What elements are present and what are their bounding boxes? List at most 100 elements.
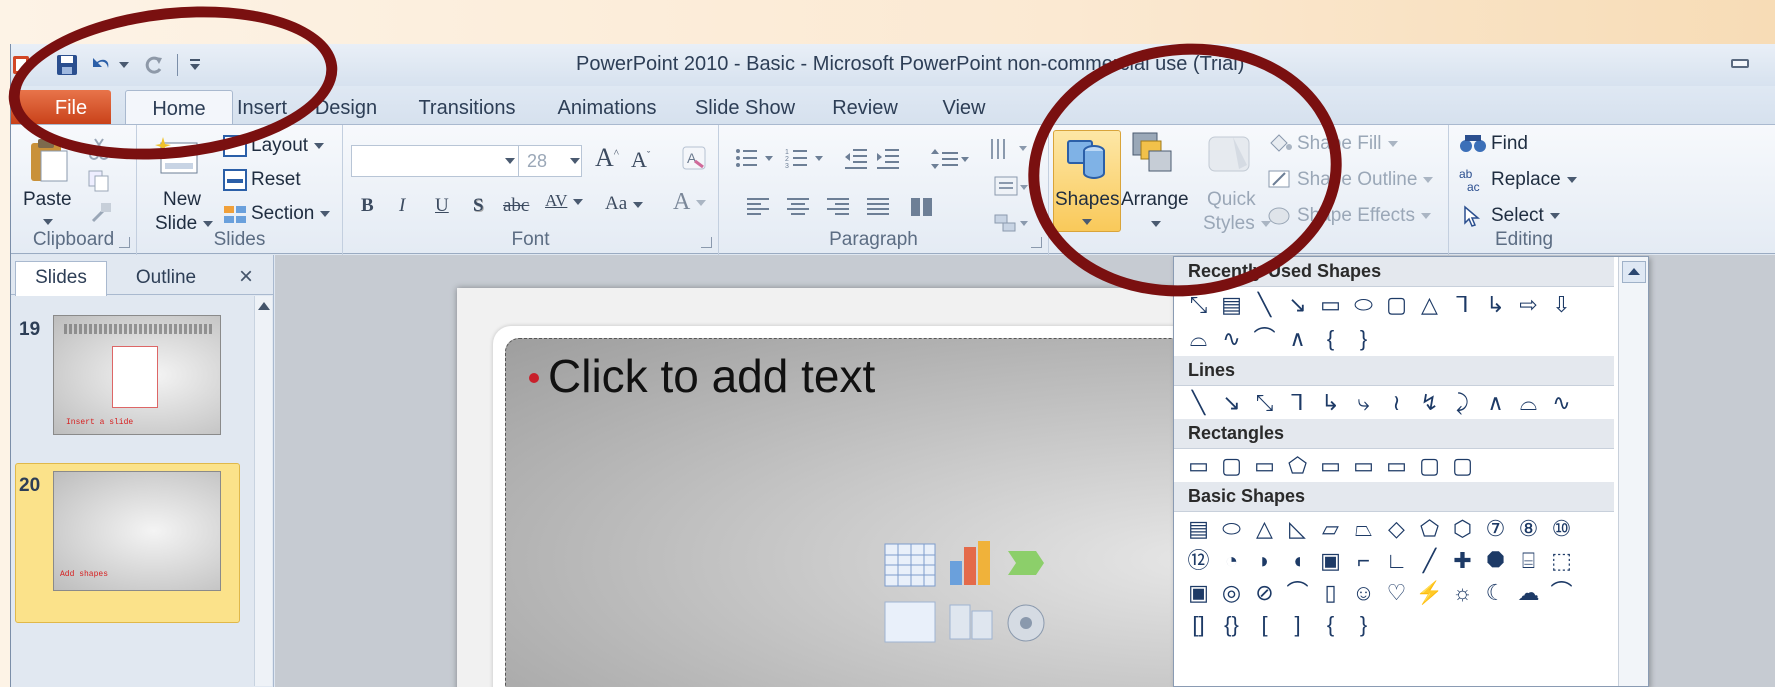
new-slide-label-1[interactable]: New xyxy=(163,189,201,211)
shape-item[interactable]: ▭ xyxy=(1314,450,1347,482)
shape-item[interactable]: ▣ xyxy=(1314,545,1347,577)
shape-item[interactable]: ⚡ xyxy=(1413,577,1446,609)
shape-item[interactable]: ≀ xyxy=(1380,387,1413,419)
shape-item[interactable]: ⑩ xyxy=(1545,513,1578,545)
reset-icon[interactable] xyxy=(223,169,247,196)
shape-item[interactable]: △ xyxy=(1413,289,1446,321)
shape-item[interactable]: ⅂ xyxy=(1446,289,1479,321)
insert-chart-icon[interactable] xyxy=(946,537,998,592)
shape-item[interactable]: ] xyxy=(1281,609,1314,641)
increase-indent-icon[interactable] xyxy=(875,147,901,174)
shape-item[interactable]: ⇨ xyxy=(1512,289,1545,321)
select-dropdown-icon[interactable] xyxy=(1549,212,1560,219)
center-icon[interactable] xyxy=(787,197,811,222)
tab-transitions[interactable]: Transitions xyxy=(405,90,529,124)
grow-font-icon[interactable]: A^ xyxy=(595,143,619,173)
shape-item[interactable]: ▢ xyxy=(1413,450,1446,482)
shape-item[interactable]: ⤷ xyxy=(1347,387,1380,419)
placeholder-text[interactable]: Click to add text xyxy=(548,349,875,403)
shape-item[interactable]: ☺ xyxy=(1347,577,1380,609)
shape-outline-dropdown-icon[interactable] xyxy=(1423,176,1434,183)
line-spacing-icon[interactable] xyxy=(931,147,971,176)
gallery-scroll-up-icon[interactable] xyxy=(1622,261,1646,283)
shape-item[interactable]: ↘ xyxy=(1281,289,1314,321)
shape-item[interactable]: ⑦ xyxy=(1479,513,1512,545)
new-slide-dropdown-icon[interactable] xyxy=(203,220,214,227)
font-size-dropdown-icon[interactable] xyxy=(570,158,580,164)
shape-item[interactable]: ▭ xyxy=(1380,450,1413,482)
copy-icon[interactable] xyxy=(87,169,111,198)
change-case-dropdown-icon[interactable] xyxy=(633,201,644,208)
character-spacing-button[interactable]: AV xyxy=(545,191,584,211)
shape-item[interactable]: ◇ xyxy=(1380,513,1413,545)
find-icon[interactable] xyxy=(1459,133,1487,160)
paste-dropdown-icon[interactable] xyxy=(43,219,53,225)
shape-item[interactable]: ⤡ xyxy=(1248,387,1281,419)
shape-item[interactable]: ⬠ xyxy=(1413,513,1446,545)
format-painter-icon[interactable] xyxy=(89,201,113,230)
tab-slide-show[interactable]: Slide Show xyxy=(683,90,807,124)
clear-formatting-icon[interactable]: A xyxy=(681,145,707,176)
shape-item[interactable]: {} xyxy=(1215,609,1248,641)
underline-button[interactable]: U xyxy=(435,195,449,217)
shape-item[interactable]: ⯃ xyxy=(1479,545,1512,577)
shape-item[interactable]: ▢ xyxy=(1380,289,1413,321)
shape-item[interactable]: ☾ xyxy=(1479,577,1512,609)
shape-item[interactable]: ⤸ xyxy=(1446,387,1479,419)
shape-item[interactable]: ⊘ xyxy=(1248,577,1281,609)
select-icon[interactable] xyxy=(1461,205,1483,232)
shape-item[interactable]: ⅂ xyxy=(1281,387,1314,419)
shape-item[interactable]: ∟ xyxy=(1380,545,1413,577)
align-text-icon[interactable] xyxy=(993,173,1029,204)
shape-item[interactable]: ◖ xyxy=(1281,545,1314,577)
shape-item[interactable]: ▢ xyxy=(1446,450,1479,482)
insert-smartart-icon[interactable] xyxy=(1006,547,1046,592)
scroll-up-icon[interactable] xyxy=(258,302,270,310)
find-button[interactable]: Find xyxy=(1491,133,1528,155)
shape-item[interactable]: ▭ xyxy=(1182,450,1215,482)
justify-icon[interactable] xyxy=(867,197,891,222)
shape-item[interactable]: ▯ xyxy=(1314,577,1347,609)
decrease-indent-icon[interactable] xyxy=(843,147,869,174)
change-case-button[interactable]: Aa xyxy=(605,193,644,215)
shape-item[interactable]: ∧ xyxy=(1281,323,1314,355)
shape-item[interactable]: ∿ xyxy=(1215,323,1248,355)
shape-item[interactable]: { xyxy=(1314,323,1347,355)
section-dropdown-icon[interactable] xyxy=(320,210,331,217)
shape-item[interactable]: ⌒ xyxy=(1545,577,1578,609)
gallery-scrollbar[interactable] xyxy=(1618,257,1648,686)
tab-review[interactable]: Review xyxy=(817,90,913,124)
minimize-ribbon-button[interactable] xyxy=(1731,59,1749,68)
shadow-button[interactable]: S xyxy=(473,195,484,217)
shape-item[interactable]: } xyxy=(1347,609,1380,641)
shape-item[interactable]: ▭ xyxy=(1314,289,1347,321)
insert-table-icon[interactable] xyxy=(884,543,936,592)
shape-item[interactable]: ⌐ xyxy=(1347,545,1380,577)
shape-item[interactable]: ◗ xyxy=(1248,545,1281,577)
shape-item[interactable]: ⑧ xyxy=(1512,513,1545,545)
shape-item[interactable]: ∧ xyxy=(1479,387,1512,419)
shape-item[interactable]: ↯ xyxy=(1413,387,1446,419)
pane-scrollbar[interactable] xyxy=(254,296,272,686)
layout-dropdown-icon[interactable] xyxy=(314,142,325,149)
shape-item[interactable]: ⬠ xyxy=(1281,450,1314,482)
shape-item[interactable]: ↳ xyxy=(1479,289,1512,321)
bold-button[interactable]: B xyxy=(361,195,374,217)
shape-item[interactable]: ⌒ xyxy=(1248,323,1281,355)
section-button[interactable]: Section xyxy=(251,203,331,225)
shape-item[interactable]: ⬭ xyxy=(1347,289,1380,321)
shape-item[interactable]: { xyxy=(1314,609,1347,641)
tab-view[interactable]: View xyxy=(929,90,999,124)
align-right-icon[interactable] xyxy=(827,197,851,222)
bullets-icon[interactable] xyxy=(735,147,775,174)
shrink-font-icon[interactable]: Aˇ xyxy=(631,147,650,173)
slide-thumbnail-20[interactable]: Add shapes xyxy=(53,471,221,591)
close-pane-icon[interactable]: × xyxy=(239,263,253,291)
shape-item[interactable]: ⌓ xyxy=(1182,323,1215,355)
tab-outline[interactable]: Outline xyxy=(111,263,221,295)
shape-item[interactable]: ╲ xyxy=(1248,289,1281,321)
shape-item[interactable]: ╲ xyxy=(1182,387,1215,419)
shape-item[interactable]: ⏢ xyxy=(1347,513,1380,545)
shape-item[interactable]: [] xyxy=(1182,609,1215,641)
character-spacing-dropdown-icon[interactable] xyxy=(573,199,584,206)
